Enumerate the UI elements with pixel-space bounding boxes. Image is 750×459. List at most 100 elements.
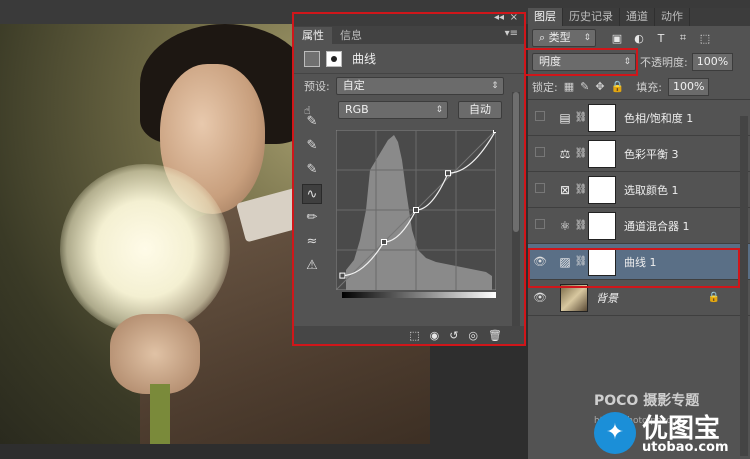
tab-layers[interactable]: 图层 — [528, 8, 563, 26]
selected-layer-highlight — [528, 248, 740, 288]
mask-thumbnail[interactable] — [588, 103, 616, 132]
layer-name: 背景 — [596, 291, 618, 305]
photo-stems — [150, 384, 170, 444]
curve-edit-icon[interactable]: ∿ — [302, 184, 322, 204]
link-icon: ⛓ — [574, 220, 588, 231]
clip-to-layer-icon[interactable]: ⬚ — [409, 329, 419, 342]
close-icon[interactable]: × — [510, 12, 518, 23]
layer-row[interactable]: ⊠ ⛓ 选取颜色 1 — [528, 172, 750, 208]
panel-menu-icon[interactable]: ▾≡ — [505, 28, 518, 39]
channel-select[interactable]: RGB — [338, 101, 448, 119]
curve-tools: ✎ ✎ ✎ ∿ ✏ ≈ ⚠ — [302, 112, 324, 280]
selective-color-icon: ⊠ — [559, 182, 571, 197]
watermark: POCO 摄影专题 http://photo.poco.cn ✦ 优图宝 uto… — [594, 390, 750, 459]
properties-scrollbar[interactable] — [512, 92, 520, 326]
visibility-toggle[interactable] — [528, 219, 552, 232]
properties-bottom-bar: ⬚ ◉ ↺ ◎ 🗑 — [294, 326, 524, 344]
curves-adjustment-icon[interactable] — [304, 50, 320, 67]
tab-info[interactable]: 信息 — [332, 27, 370, 44]
pencil-icon[interactable]: ✏ — [302, 208, 322, 228]
eyedropper-black-icon[interactable]: ✎ — [302, 112, 322, 132]
layer-filter-row: ⌕ 类型 ▣ ◐ T ⌗ ⬚ — [528, 26, 750, 50]
color-balance-icon: ⚖ — [559, 146, 571, 161]
mask-thumbnail[interactable] — [588, 175, 616, 204]
input-gradient-bar — [342, 292, 496, 298]
channel-row: ☝ RGB 自动 — [294, 98, 524, 122]
bird-logo-icon: ✦ — [594, 412, 636, 454]
smooth-icon[interactable]: ≈ — [302, 232, 322, 252]
visibility-toggle[interactable] — [528, 111, 552, 124]
photo-flowers — [60, 164, 230, 334]
auto-button[interactable]: 自动 — [458, 101, 502, 119]
preset-row: 预设: 自定 — [294, 74, 524, 98]
view-previous-icon[interactable]: ◉ — [430, 329, 440, 342]
filter-type-icon[interactable]: T — [654, 32, 668, 45]
channel-mixer-icon: ⚛ — [559, 218, 571, 233]
lock-position-icon[interactable]: ✥ — [595, 80, 604, 93]
clipping-warning-icon[interactable]: ⚠ — [302, 256, 322, 276]
lock-image-icon[interactable]: ✎ — [580, 80, 589, 93]
fill-label: 填充: — [636, 80, 662, 94]
layer-row[interactable]: ⚛ ⛓ 通道混合器 1 — [528, 208, 750, 244]
filter-pixel-icon[interactable]: ▣ — [610, 32, 624, 45]
lock-icon: 🔒 — [707, 292, 720, 303]
mask-thumbnail[interactable] — [588, 139, 616, 168]
filter-shape-icon[interactable]: ⌗ — [676, 31, 690, 45]
tab-history[interactable]: 历史记录 — [563, 8, 620, 26]
layer-name: 色相/饱和度 1 — [624, 111, 694, 125]
tab-channels[interactable]: 通道 — [620, 8, 655, 26]
filter-smart-icon[interactable]: ⬚ — [698, 32, 712, 45]
lock-transparent-icon[interactable]: ▦ — [564, 80, 574, 93]
properties-tabs: 属性 信息 ▾≡ — [294, 26, 524, 44]
curve-control-point[interactable] — [339, 272, 346, 279]
lock-all-icon[interactable]: 🔒 — [611, 80, 625, 93]
visibility-icon[interactable]: ◎ — [468, 329, 478, 342]
eye-icon[interactable]: 👁 — [528, 291, 552, 304]
opacity-field[interactable]: 100% — [691, 53, 734, 71]
lock-label: 锁定: — [532, 80, 558, 94]
photo-hand — [110, 314, 200, 394]
curve-control-point[interactable] — [445, 170, 451, 177]
layer-name: 色彩平衡 3 — [624, 147, 679, 161]
layer-name: 选取颜色 1 — [624, 183, 679, 197]
layer-name: 通道混合器 1 — [624, 219, 690, 233]
fill-field[interactable]: 100% — [667, 77, 710, 96]
curve-control-point[interactable] — [413, 207, 419, 213]
preset-label: 预设: — [304, 80, 330, 93]
curve-control-point[interactable] — [381, 239, 387, 245]
eyedropper-white-icon[interactable]: ✎ — [302, 160, 322, 180]
preset-select[interactable]: 自定 — [335, 77, 504, 95]
adjustment-header: 曲线 — [294, 44, 524, 74]
adjustment-title: 曲线 — [352, 52, 377, 66]
link-icon: ⛓ — [574, 184, 588, 195]
mask-icon[interactable] — [326, 50, 342, 67]
mask-thumbnail[interactable] — [588, 211, 616, 240]
link-icon: ⛓ — [574, 112, 588, 123]
visibility-toggle[interactable] — [528, 183, 552, 196]
filter-adjustment-icon[interactable]: ◐ — [632, 32, 646, 45]
layer-row[interactable]: ⚖ ⛓ 色彩平衡 3 — [528, 136, 750, 172]
hue-saturation-icon: ▤ — [559, 110, 571, 125]
layers-tabs: 图层 历史记录 通道 动作 — [528, 8, 750, 26]
curve-control-point[interactable] — [493, 130, 497, 133]
properties-topbar: ◂◂ × — [294, 12, 524, 26]
tab-actions[interactable]: 动作 — [655, 8, 690, 26]
poco-watermark: POCO 摄影专题 — [594, 393, 700, 409]
lock-row: 锁定: ▦ ✎ ✥ 🔒 填充: 100% — [528, 74, 750, 100]
reset-icon[interactable]: ↺ — [449, 329, 458, 342]
properties-panel: ◂◂ × 属性 信息 ▾≡ 曲线 预设: 自定 ☝ RGB 自动 ✎ ✎ ✎ ∿… — [292, 12, 526, 346]
blend-row: 明度 不透明度: 100% — [524, 48, 750, 76]
tab-properties[interactable]: 属性 — [294, 27, 332, 44]
delete-icon[interactable]: 🗑 — [488, 329, 502, 342]
layer-row[interactable]: ▤ ⛓ 色相/饱和度 1 — [528, 100, 750, 136]
blend-mode-select[interactable]: 明度 — [532, 53, 636, 71]
photoshop-window: ◂◂ × 属性 信息 ▾≡ 曲线 预设: 自定 ☝ RGB 自动 ✎ ✎ ✎ ∿… — [0, 0, 750, 459]
opacity-label: 不透明度: — [640, 56, 688, 69]
brand-url: utobao.com — [642, 440, 729, 455]
collapse-icon[interactable]: ◂◂ — [494, 12, 504, 23]
curve-graph[interactable] — [336, 130, 496, 290]
filter-type-select[interactable]: ⌕ 类型 — [532, 29, 596, 47]
visibility-toggle[interactable] — [528, 147, 552, 160]
link-icon: ⛓ — [574, 148, 588, 159]
eyedropper-gray-icon[interactable]: ✎ — [302, 136, 322, 156]
